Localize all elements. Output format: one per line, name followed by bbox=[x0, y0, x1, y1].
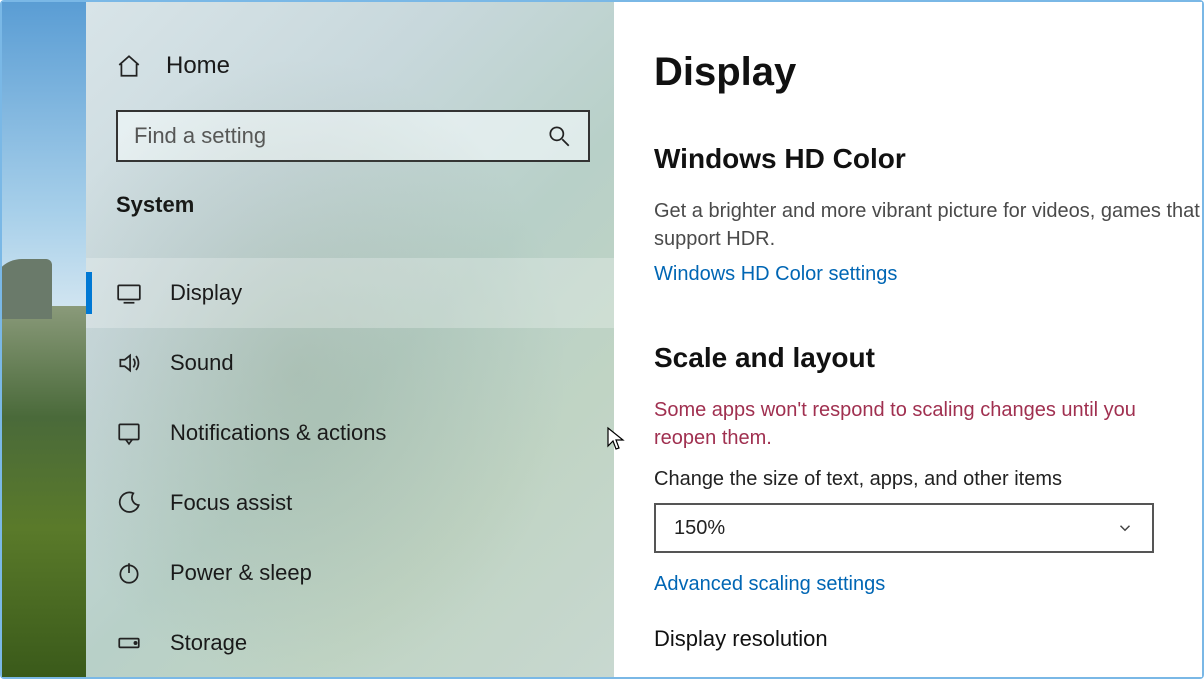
sidebar-item-label: Storage bbox=[170, 630, 247, 656]
scale-field-label: Change the size of text, apps, and other… bbox=[654, 468, 1202, 491]
display-resolution-label: Display resolution bbox=[654, 626, 1202, 652]
storage-icon bbox=[116, 630, 142, 656]
power-icon bbox=[116, 560, 142, 586]
sidebar-item-sound[interactable]: Sound bbox=[86, 328, 614, 398]
scale-dropdown[interactable]: 150% bbox=[654, 503, 1154, 553]
search-input[interactable] bbox=[134, 123, 546, 149]
scale-layout-title: Scale and layout bbox=[654, 342, 1202, 374]
page-title: Display bbox=[654, 50, 1202, 95]
hd-color-settings-link[interactable]: Windows HD Color settings bbox=[654, 263, 897, 286]
sidebar-item-label: Sound bbox=[170, 350, 234, 376]
scale-warning: Some apps won't respond to scaling chang… bbox=[654, 396, 1202, 452]
sidebar-item-focus-assist[interactable]: Focus assist bbox=[86, 468, 614, 538]
display-icon bbox=[116, 280, 142, 306]
scale-dropdown-value: 150% bbox=[674, 517, 725, 540]
wallpaper-mountain bbox=[2, 259, 52, 319]
desktop-wallpaper-strip bbox=[2, 2, 86, 677]
sidebar-item-label: Power & sleep bbox=[170, 560, 312, 586]
home-icon bbox=[116, 53, 142, 79]
sidebar-item-storage[interactable]: Storage bbox=[86, 608, 614, 678]
sound-icon bbox=[116, 350, 142, 376]
sidebar-category-label: System bbox=[86, 192, 614, 218]
search-box[interactable] bbox=[116, 110, 590, 162]
settings-content: Display Windows HD Color Get a brighter … bbox=[614, 2, 1202, 677]
settings-sidebar: Home System Display Sound Notifications … bbox=[86, 2, 614, 677]
hd-color-desc: Get a brighter and more vibrant picture … bbox=[654, 197, 1202, 253]
search-icon bbox=[546, 123, 572, 149]
sidebar-item-notifications[interactable]: Notifications & actions bbox=[86, 398, 614, 468]
hd-color-title: Windows HD Color bbox=[654, 143, 1202, 175]
sidebar-item-label: Display bbox=[170, 280, 242, 306]
sidebar-home[interactable]: Home bbox=[86, 52, 614, 80]
sidebar-nav-list: Display Sound Notifications & actions Fo… bbox=[86, 258, 614, 678]
sidebar-item-power-sleep[interactable]: Power & sleep bbox=[86, 538, 614, 608]
sidebar-item-label: Notifications & actions bbox=[170, 420, 386, 446]
notifications-icon bbox=[116, 420, 142, 446]
sidebar-item-label: Focus assist bbox=[170, 490, 292, 516]
moon-icon bbox=[116, 490, 142, 516]
chevron-down-icon bbox=[1116, 519, 1134, 537]
advanced-scaling-link[interactable]: Advanced scaling settings bbox=[654, 573, 885, 596]
home-label: Home bbox=[166, 52, 230, 80]
sidebar-item-display[interactable]: Display bbox=[86, 258, 614, 328]
